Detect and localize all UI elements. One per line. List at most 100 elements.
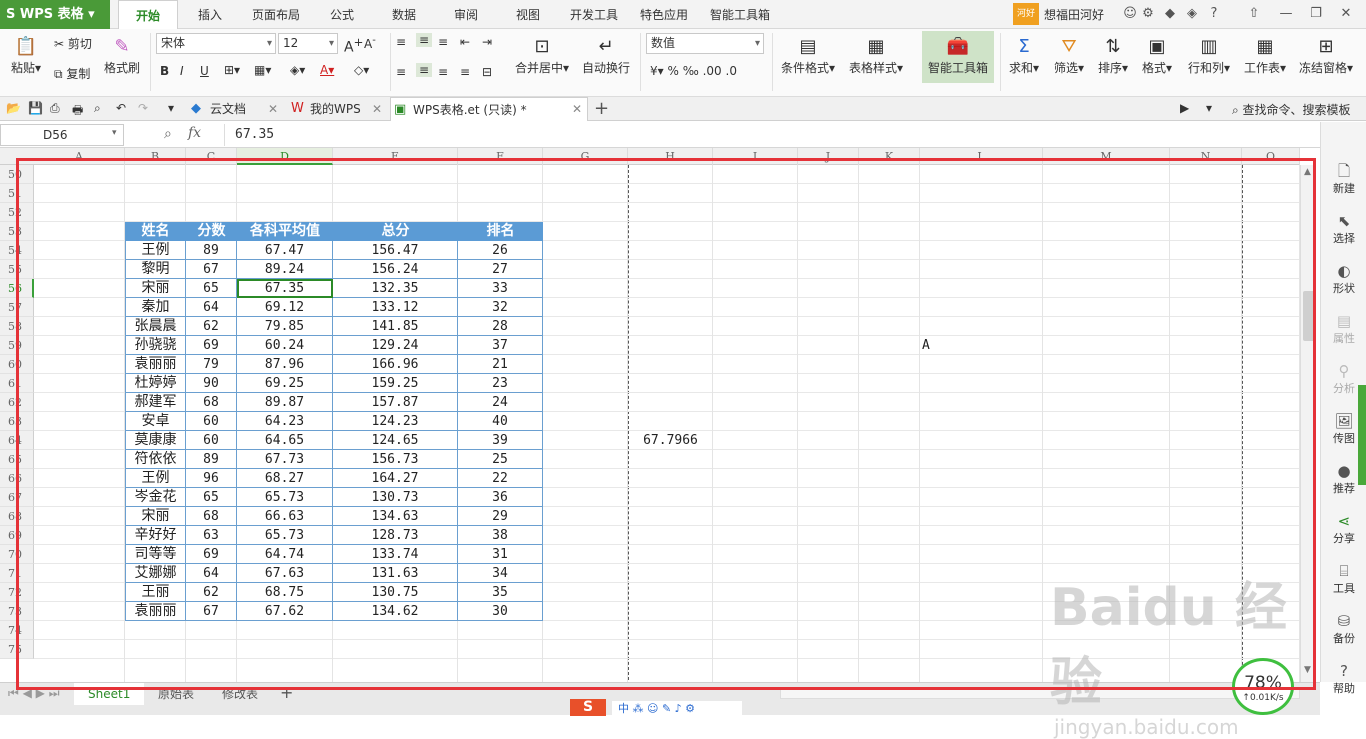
format-painter-button[interactable]: ✎ 格式刷 <box>102 35 142 76</box>
user-name[interactable]: 想福田河好 <box>1044 6 1104 23</box>
panel-help[interactable]: ? 帮助 <box>1321 662 1366 696</box>
panel-select[interactable]: ⬉ 选择 <box>1321 212 1366 246</box>
italic-icon[interactable]: I <box>180 64 184 78</box>
panel-properties[interactable]: ▤ 属性 <box>1321 312 1366 346</box>
panel-tools[interactable]: ⌸ 工具 <box>1321 562 1366 596</box>
shirt-icon[interactable]: ⚙ <box>1138 5 1158 23</box>
panel-shape[interactable]: ◐ 形状 <box>1321 262 1366 296</box>
redo-icon[interactable]: ↷ <box>138 101 148 115</box>
row-col-button[interactable]: ▥ 行和列▾ <box>1182 35 1236 76</box>
minimize-icon[interactable]: — <box>1276 5 1296 23</box>
sum-button[interactable]: Σ 求和▾ <box>1004 35 1044 76</box>
smart-toolbox-button[interactable]: 🧰 智能工具箱 <box>922 31 994 83</box>
fill-color-icon[interactable]: ◈▾ <box>290 63 305 77</box>
clear-format-icon[interactable]: ◇▾ <box>354 63 369 77</box>
quick-access-dropdown-icon[interactable]: ▾ <box>168 101 174 115</box>
tab-review[interactable]: 审阅 <box>444 0 488 29</box>
new-tab-icon[interactable]: + <box>594 98 609 119</box>
sort-button[interactable]: ⇅ 排序▾ <box>1092 35 1134 76</box>
tab-features[interactable]: 特色应用 <box>636 0 692 29</box>
align-center-icon[interactable]: ≡ <box>416 63 433 77</box>
open-folder-icon[interactable]: 📂 <box>6 101 21 115</box>
justify-icon[interactable]: ≡ <box>460 65 470 79</box>
filter-button[interactable]: ⛛ 筛选▾ <box>1048 35 1090 76</box>
wrap-text-button[interactable]: ↵ 自动换行 <box>580 35 632 76</box>
undo-icon[interactable]: ↶ <box>116 101 126 115</box>
print-preview-icon[interactable]: ⌕ <box>94 101 101 116</box>
number-format-select[interactable]: 数值 <box>646 33 764 54</box>
close-tab-icon[interactable]: ✕ <box>268 102 278 116</box>
cut-button[interactable]: ✂ 剪切 <box>54 35 92 52</box>
namebox-dropdown-icon[interactable]: ▾ <box>112 128 117 138</box>
close-tab-icon[interactable]: ✕ <box>372 102 382 116</box>
help-icon[interactable]: ? <box>1204 5 1224 23</box>
function-icon[interactable]: fx <box>188 125 201 141</box>
skin-switch-icon[interactable]: ▾ <box>1206 101 1212 115</box>
copy-icon: ⧉ <box>54 67 67 81</box>
export-pdf-icon[interactable]: ⎙ <box>50 101 60 116</box>
share-icon[interactable]: ◈ <box>1182 5 1202 23</box>
tv-icon[interactable]: ▶ <box>1180 101 1189 115</box>
tab-view[interactable]: 视图 <box>506 0 550 29</box>
align-bottom-icon[interactable]: ≡ <box>438 35 448 49</box>
grow-font-icon[interactable]: A+ <box>344 35 363 56</box>
align-left-icon[interactable]: ≡ <box>396 65 406 79</box>
font-name-select[interactable]: 宋体 <box>156 33 276 54</box>
paste-button[interactable]: 📋 粘贴▾ <box>8 35 44 76</box>
maximize-icon[interactable]: ❐ <box>1306 5 1326 23</box>
tab-page-layout[interactable]: 页面布局 <box>244 0 308 29</box>
indent-increase-icon[interactable]: ⇥ <box>482 35 492 49</box>
distributed-icon[interactable]: ⊟ <box>482 65 492 79</box>
align-middle-icon[interactable]: ≡ <box>416 33 433 47</box>
cond-format-icon: ▤ <box>799 36 817 57</box>
print-icon[interactable]: 🖶 <box>72 101 83 122</box>
wps-w-icon: W <box>291 101 304 116</box>
underline-icon[interactable]: U <box>200 64 209 78</box>
shapes-icon: ◐ <box>1337 262 1351 280</box>
font-size-select[interactable]: 12 <box>278 33 338 54</box>
close-tab-icon[interactable]: ✕ <box>572 102 582 116</box>
indent-decrease-icon[interactable]: ⇤ <box>460 35 470 49</box>
border-icon[interactable]: ⊞▾ <box>224 63 240 77</box>
tab-home[interactable]: 开始 <box>118 0 178 29</box>
tab-insert[interactable]: 插入 <box>188 0 232 29</box>
name-box[interactable]: D56 <box>0 124 124 146</box>
conditional-format-button[interactable]: ▤ 条件格式▾ <box>776 35 840 76</box>
skin-icon[interactable]: ☺ <box>1120 5 1140 23</box>
tab-smart-toolbox[interactable]: 智能工具箱 <box>706 0 774 29</box>
ime-toolbar[interactable]: 中 ⁂ ☺ ✎ ♪ ⚙ <box>612 701 742 716</box>
panel-collapse-handle[interactable] <box>1358 385 1366 485</box>
tab-developer[interactable]: 开发工具 <box>566 0 622 29</box>
restore-window-icon[interactable]: ⇧ <box>1244 5 1264 23</box>
bold-icon[interactable]: B <box>160 64 169 78</box>
feedback-icon[interactable]: ◆ <box>1160 5 1180 23</box>
panel-backup[interactable]: ⛁ 备份 <box>1321 612 1366 646</box>
freeze-panes-button[interactable]: ⊞ 冻结窗格▾ <box>1294 35 1358 76</box>
tab-data[interactable]: 数据 <box>382 0 426 29</box>
worksheet-button[interactable]: ▦ 工作表▾ <box>1238 35 1292 76</box>
shrink-font-icon[interactable]: A- <box>364 35 376 51</box>
close-icon[interactable]: ✕ <box>1336 5 1356 23</box>
tab-formula[interactable]: 公式 <box>320 0 364 29</box>
sogou-ime-icon[interactable]: S <box>570 699 606 716</box>
table-style-button[interactable]: ▦ 表格样式▾ <box>844 35 908 76</box>
cursor-icon: ⬉ <box>1337 212 1351 230</box>
formula-input[interactable]: 67.35 <box>224 124 1314 146</box>
search-command[interactable]: ⌕ 查找命令、搜索模板 <box>1232 101 1351 118</box>
cell-style-icon[interactable]: ▦▾ <box>254 63 271 77</box>
zoom-icon[interactable]: ⌕ <box>164 126 172 142</box>
align-top-icon[interactable]: ≡ <box>396 35 406 49</box>
save-icon[interactable]: 💾 <box>28 101 43 115</box>
panel-share[interactable]: ⋖ 分享 <box>1321 512 1366 546</box>
app-menu-button[interactable]: S WPS 表格 ▾ <box>0 0 110 29</box>
panel-new[interactable]: 🗋 新建 <box>1321 162 1366 196</box>
merge-center-button[interactable]: ⊡ 合并居中▾ <box>508 35 576 76</box>
document-tab-bar: 📂 💾 ⎙ 🖶 ⌕ ↶ ↷ ▾ ◆ 云文档 ✕ W 我的WPS ✕ ▣ WPS表格.e… <box>0 97 1366 121</box>
user-badge[interactable]: 河好 <box>1013 3 1039 25</box>
currency-icon[interactable]: ¥▾ % ‰ .00 .0 <box>650 64 737 78</box>
align-right-icon[interactable]: ≡ <box>438 65 448 79</box>
doc-tab-active[interactable]: ▣ WPS表格.et (只读) * <box>390 97 588 121</box>
copy-button[interactable]: ⧉ 复制 <box>54 65 90 82</box>
format-button[interactable]: ▣ 格式▾ <box>1136 35 1178 76</box>
font-color-icon[interactable]: A▾ <box>320 63 334 77</box>
